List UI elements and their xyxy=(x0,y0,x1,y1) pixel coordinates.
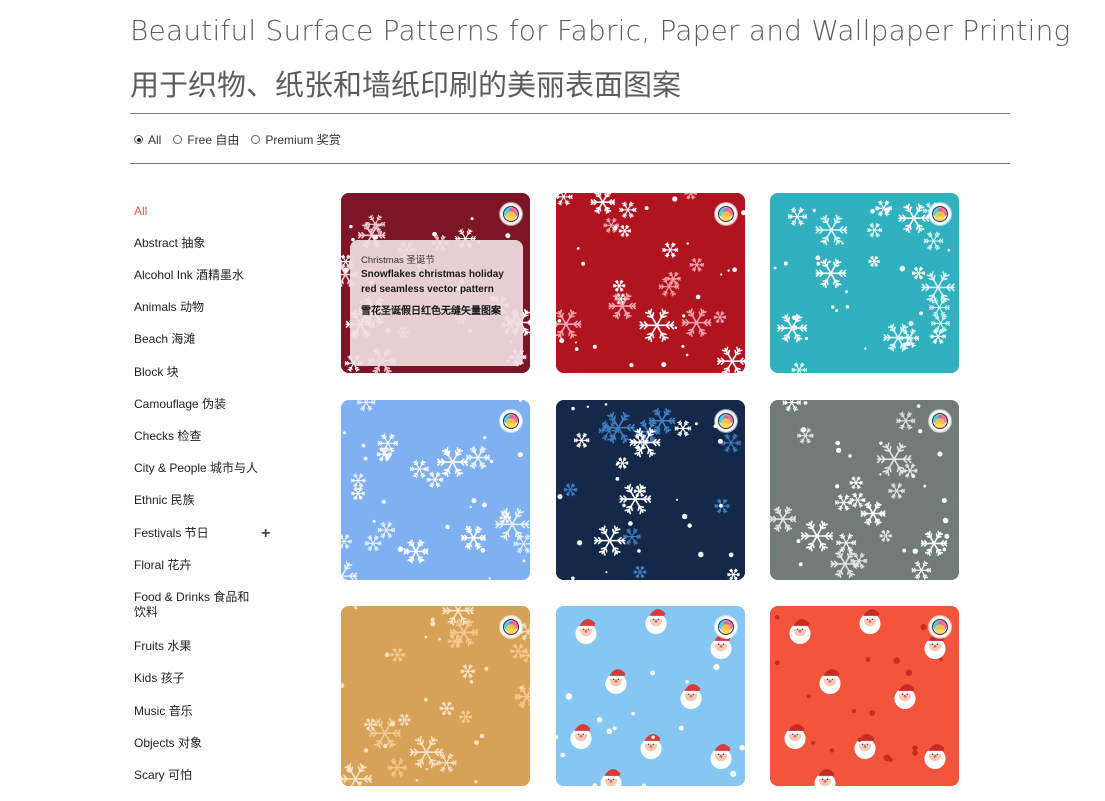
premium-badge-icon xyxy=(928,409,952,433)
radio-icon[interactable] xyxy=(251,135,261,144)
filter-label: Premium 奖赏 xyxy=(265,133,341,147)
pattern-title-en: Snowflakes christmas holiday red seamles… xyxy=(361,269,504,295)
divider-bottom xyxy=(130,163,1010,164)
pattern-tile[interactable] xyxy=(770,400,959,580)
filter-option-free[interactable]: Free 自由 xyxy=(173,131,239,148)
filter-label: All xyxy=(148,132,162,147)
pattern-tile[interactable]: Christmas 圣诞节 Snowflakes christmas holida… xyxy=(341,193,530,373)
sidebar-item-ethnic[interactable]: Ethnic 民族 xyxy=(134,493,209,508)
filter-label: Free 自由 xyxy=(187,133,240,147)
sidebar-item-all[interactable]: All xyxy=(134,204,161,219)
sidebar-item-festivals[interactable]: Festivals 节日 xyxy=(134,526,274,541)
premium-badge-icon xyxy=(928,202,952,226)
sidebar-item-city-people[interactable]: City & People 城市与人 xyxy=(134,461,272,476)
premium-badge-icon xyxy=(499,409,523,433)
page-title-en: Beautiful Surface Patterns for Fabric, P… xyxy=(130,14,1071,47)
sidebar-item-camouflage[interactable]: Camouflage 伪装 xyxy=(134,397,240,412)
sidebar-item-floral[interactable]: Floral 花卉 xyxy=(134,558,205,573)
pattern-title-zh: 雪花圣诞假日红色无缝矢量图案 xyxy=(361,306,501,317)
sidebar-item-checks[interactable]: Checks 检查 xyxy=(134,429,215,444)
sidebar-item-festivals-row: Festivals 节日 + xyxy=(134,525,274,543)
radio-checked-icon[interactable] xyxy=(134,135,143,144)
sidebar-item-block[interactable]: Block 块 xyxy=(134,365,193,380)
sidebar-item-music[interactable]: Music 音乐 xyxy=(134,704,207,719)
premium-badge-icon xyxy=(499,202,523,226)
pattern-tile[interactable] xyxy=(341,606,530,786)
sidebar-item-beach[interactable]: Beach 海滩 xyxy=(134,332,209,347)
sidebar-item-alcohol-ink[interactable]: Alcohol Ink 酒精墨水 xyxy=(134,268,258,283)
pattern-tile[interactable] xyxy=(556,400,745,580)
premium-badge-icon xyxy=(714,202,738,226)
page-title-zh: 用于织物、纸张和墙纸印刷的美丽表面图案 xyxy=(130,68,682,102)
premium-badge-icon xyxy=(499,615,523,639)
pattern-tile[interactable] xyxy=(770,193,959,373)
sidebar-item-kids[interactable]: Kids 孩子 xyxy=(134,671,199,686)
expand-plus-icon[interactable]: + xyxy=(261,525,270,543)
premium-badge-icon xyxy=(928,615,952,639)
filter-option-premium[interactable]: Premium 奖赏 xyxy=(251,131,341,148)
radio-icon[interactable] xyxy=(173,135,183,144)
filter-option-all[interactable]: All xyxy=(134,131,161,148)
sidebar-item-objects[interactable]: Objects 对象 xyxy=(134,736,216,751)
pattern-tile[interactable] xyxy=(770,606,959,786)
sidebar-item-scary[interactable]: Scary 可怕 xyxy=(134,768,206,783)
pattern-tile[interactable] xyxy=(341,400,530,580)
sidebar-item-abstract[interactable]: Abstract 抽象 xyxy=(134,236,219,251)
premium-badge-icon xyxy=(714,409,738,433)
pattern-category: Christmas 圣诞节 xyxy=(361,255,435,266)
pattern-tile[interactable] xyxy=(556,606,745,786)
pattern-tile[interactable] xyxy=(556,193,745,373)
license-filter: All Free 自由 Premium 奖赏 xyxy=(134,131,341,148)
premium-badge-icon xyxy=(714,615,738,639)
divider-top xyxy=(130,113,1010,114)
sidebar-item-food-drinks[interactable]: Food & Drinks 食品和饮料 xyxy=(134,590,274,620)
pattern-hover-card[interactable]: Christmas 圣诞节 Snowflakes christmas holida… xyxy=(350,240,523,366)
sidebar-item-animals[interactable]: Animals 动物 xyxy=(134,300,218,315)
sidebar-item-fruits[interactable]: Fruits 水果 xyxy=(134,639,205,654)
